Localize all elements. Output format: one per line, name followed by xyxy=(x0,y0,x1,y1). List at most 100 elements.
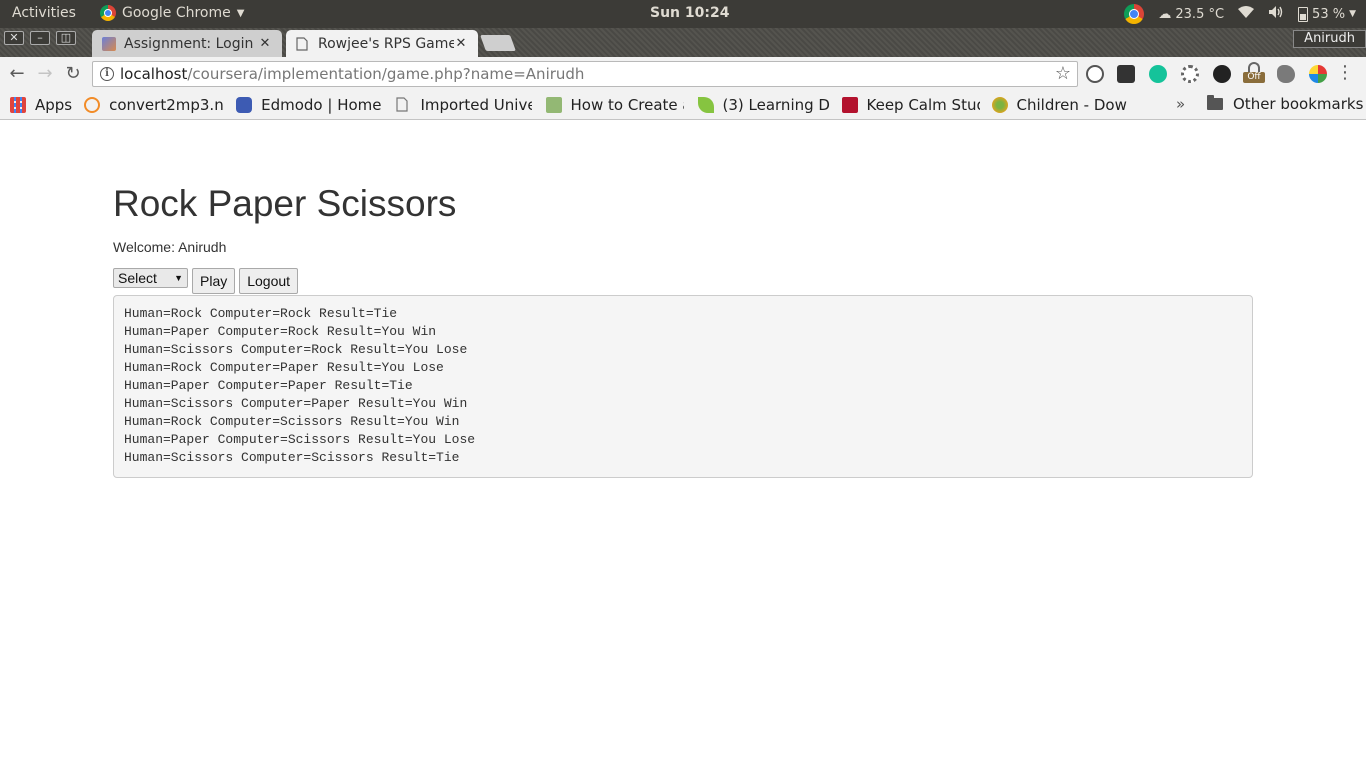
wikihow-icon xyxy=(545,97,562,113)
result-line: Human=Rock Computer=Scissors Result=You … xyxy=(124,414,460,429)
select-value: Select xyxy=(118,270,157,286)
browser-toolbar: ← → ↻ i localhost /coursera/implementati… xyxy=(0,57,1366,91)
bookmark-star-icon[interactable]: ☆ xyxy=(1055,63,1071,84)
owl-extension-icon[interactable] xyxy=(1117,65,1135,83)
result-line: Human=Paper Computer=Scissors Result=You… xyxy=(124,432,476,447)
profile-button[interactable]: Anirudh xyxy=(1293,30,1366,48)
more-bookmarks-chevron[interactable]: » xyxy=(1176,95,1185,113)
bookmark-edmodo[interactable]: Edmodo | Home xyxy=(236,96,382,114)
bookmark-label: Keep Calm Studi xyxy=(866,96,980,114)
bookmark-label: (3) Learning Das xyxy=(722,96,830,114)
folder-icon xyxy=(1207,95,1223,110)
crown-icon xyxy=(841,97,858,113)
bookmark-children[interactable]: Children - Down xyxy=(991,96,1128,114)
clock[interactable]: Sun 10:24 xyxy=(650,5,729,21)
leaf-icon xyxy=(697,97,714,113)
colorful-extension-icon[interactable] xyxy=(1309,65,1327,83)
result-line: Human=Paper Computer=Rock Result=You Win xyxy=(124,324,437,339)
grammarly-extension-icon[interactable] xyxy=(1149,65,1167,83)
page-icon xyxy=(395,97,412,113)
close-icon[interactable]: ✕ xyxy=(454,36,468,51)
result-line: Human=Rock Computer=Paper Result=You Los… xyxy=(124,360,444,375)
chevron-down-icon: ▼ xyxy=(236,7,245,19)
bookmark-label: convert2mp3.ne xyxy=(109,96,225,114)
address-bar[interactable]: i localhost /coursera/implementation/gam… xyxy=(92,61,1078,87)
result-line: Human=Scissors Computer=Paper Result=You… xyxy=(124,396,468,411)
reload-icon[interactable]: ↻ xyxy=(62,63,84,85)
more-menu-icon[interactable]: ⋮ xyxy=(1336,63,1354,83)
apps-grid-icon xyxy=(10,97,26,113)
other-bookmarks-label: Other bookmarks xyxy=(1233,95,1364,113)
edmodo-icon xyxy=(236,97,253,113)
weather-temp: 23.5 °C xyxy=(1175,6,1225,22)
rain-cloud-icon: ☁ xyxy=(1158,6,1172,22)
bookmark-label: How to Create a xyxy=(570,96,684,114)
new-tab-button[interactable] xyxy=(480,35,516,51)
evernote-extension-icon[interactable] xyxy=(1277,65,1295,83)
result-line: Human=Rock Computer=Rock Result=Tie xyxy=(124,306,398,321)
tab-strip: ✕ – ◫ Assignment: Login ✕ Rowjee's RPS G… xyxy=(0,28,1366,57)
result-line: Human=Paper Computer=Paper Result=Tie xyxy=(124,378,413,393)
results-log: Human=Rock Computer=Rock Result=Tie Huma… xyxy=(113,295,1253,478)
info-icon[interactable]: i xyxy=(100,67,114,81)
battery-indicator[interactable]: 53 % ▼ xyxy=(1298,6,1356,22)
gnome-extension-icon[interactable] xyxy=(1213,65,1231,83)
result-line: Human=Scissors Computer=Scissors Result=… xyxy=(124,450,460,465)
other-bookmarks[interactable]: Other bookmarks xyxy=(1207,95,1363,113)
bookmark-imported[interactable]: Imported Unive xyxy=(395,96,532,114)
app-menu[interactable]: Google Chrome ▼ xyxy=(100,5,244,21)
bookmark-label: Imported Unive xyxy=(420,96,532,114)
bookmark-learning-dashboard[interactable]: (3) Learning Das xyxy=(697,96,830,114)
weather-indicator[interactable]: ☁ 23.5 °C xyxy=(1158,7,1224,22)
tab-rps-game[interactable]: Rowjee's RPS Game ✕ xyxy=(286,30,478,57)
battery-percent: 53 % xyxy=(1312,6,1346,22)
activities-button[interactable]: Activities xyxy=(12,5,76,21)
chrome-logo-icon xyxy=(100,5,116,21)
battery-icon xyxy=(1298,6,1309,22)
result-line: Human=Scissors Computer=Rock Result=You … xyxy=(124,342,468,357)
back-arrow-icon[interactable]: ← xyxy=(6,63,28,85)
tab-title: Rowjee's RPS Game xyxy=(318,35,454,52)
volume-icon[interactable] xyxy=(1268,5,1284,23)
window-close-icon[interactable]: ✕ xyxy=(4,31,24,45)
game-form: Select ▼ Play Logout xyxy=(113,268,299,294)
url-host: localhost xyxy=(120,65,188,83)
url-path: /coursera/implementation/game.php?name=A… xyxy=(187,65,585,83)
app-menu-label: Google Chrome xyxy=(122,5,231,21)
bookmark-label: Apps xyxy=(35,96,73,114)
bookmark-convert2mp3[interactable]: convert2mp3.ne xyxy=(84,96,224,114)
logout-button[interactable]: Logout xyxy=(239,268,299,294)
window-minimize-icon[interactable]: – xyxy=(30,31,50,45)
toggle-extension-icon[interactable]: Off xyxy=(1243,62,1265,86)
bookmark-keep-calm[interactable]: Keep Calm Studi xyxy=(841,96,980,114)
os-top-panel: Activities Google Chrome ▼ Sun 10:24 ☁ 2… xyxy=(0,0,1366,28)
bookmarks-bar: Apps convert2mp3.ne Edmodo | Home Import… xyxy=(0,91,1366,120)
wifi-icon[interactable] xyxy=(1238,5,1255,23)
bookmark-wikihow[interactable]: How to Create a xyxy=(545,96,684,114)
chevron-down-icon: ▼ xyxy=(1349,9,1356,19)
forward-arrow-icon[interactable]: → xyxy=(34,63,56,85)
globe-icon xyxy=(991,97,1008,113)
gear-extension-icon[interactable] xyxy=(1181,65,1199,83)
play-button[interactable]: Play xyxy=(192,268,236,294)
choice-select[interactable]: Select ▼ xyxy=(113,268,188,288)
page-favicon-icon xyxy=(296,36,310,51)
tab-title: Assignment: Login xyxy=(124,35,254,52)
convert2mp3-icon xyxy=(84,97,101,113)
off-badge: Off xyxy=(1243,72,1265,83)
chevron-down-icon: ▼ xyxy=(174,273,183,283)
close-icon[interactable]: ✕ xyxy=(258,36,272,51)
welcome-message: Welcome: Anirudh xyxy=(113,239,227,255)
chrome-tray-icon[interactable] xyxy=(1124,4,1145,24)
bookmark-label: Children - Down xyxy=(1016,96,1128,114)
coursera-favicon-icon xyxy=(102,36,116,51)
bookmark-apps[interactable]: Apps xyxy=(10,96,72,114)
tab-assignment-login[interactable]: Assignment: Login ✕ xyxy=(92,30,282,57)
speedometer-extension-icon[interactable] xyxy=(1086,65,1104,83)
page-title: Rock Paper Scissors xyxy=(113,183,457,224)
system-tray: ☁ 23.5 °C 53 % ▼ xyxy=(1124,4,1356,24)
window-restore-icon[interactable]: ◫ xyxy=(56,31,76,45)
lock-icon xyxy=(1248,62,1260,72)
bookmark-label: Edmodo | Home xyxy=(261,96,382,114)
page-content: Rock Paper Scissors Welcome: Anirudh Sel… xyxy=(0,121,1366,768)
